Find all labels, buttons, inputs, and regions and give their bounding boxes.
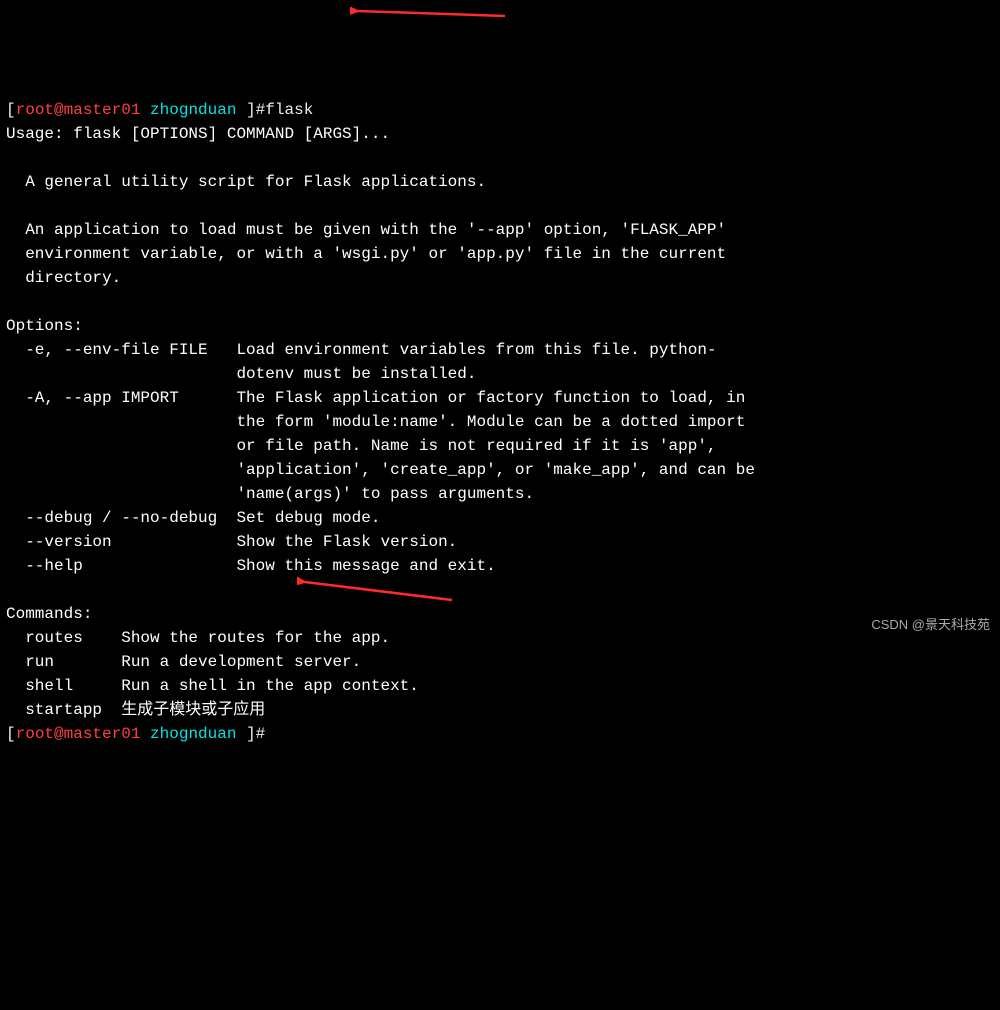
prompt-cwd: zhognduan bbox=[150, 725, 236, 743]
command-run: run Run a development server. bbox=[6, 653, 361, 671]
command-input[interactable]: flask bbox=[265, 101, 313, 119]
prompt-sep bbox=[140, 725, 150, 743]
prompt-user-host: root@master01 bbox=[16, 725, 141, 743]
option-app-cont: or file path. Name is not required if it… bbox=[6, 437, 717, 455]
prompt-cwd: zhognduan bbox=[150, 101, 236, 119]
option-app: -A, --app IMPORT The Flask application o… bbox=[6, 389, 745, 407]
prompt-sep bbox=[140, 101, 150, 119]
desc-line: directory. bbox=[6, 269, 121, 287]
option-app-cont: 'name(args)' to pass arguments. bbox=[6, 485, 534, 503]
usage-line: Usage: flask [OPTIONS] COMMAND [ARGS]... bbox=[6, 125, 390, 143]
option-help: --help Show this message and exit. bbox=[6, 557, 496, 575]
command-startapp: startapp 生成子模块或子应用 bbox=[6, 701, 265, 719]
commands-header: Commands: bbox=[6, 605, 92, 623]
desc-line: environment variable, or with a 'wsgi.py… bbox=[6, 245, 726, 263]
watermark: CSDN @景天科技苑 bbox=[871, 615, 990, 635]
prompt-bracket-close: ]# bbox=[236, 101, 265, 119]
option-env-file: -e, --env-file FILE Load environment var… bbox=[6, 341, 717, 359]
option-debug: --debug / --no-debug Set debug mode. bbox=[6, 509, 380, 527]
desc-line: A general utility script for Flask appli… bbox=[6, 173, 486, 191]
command-routes: routes Show the routes for the app. bbox=[6, 629, 390, 647]
prompt-bracket-open: [ bbox=[6, 101, 16, 119]
command-shell: shell Run a shell in the app context. bbox=[6, 677, 419, 695]
options-header: Options: bbox=[6, 317, 83, 335]
option-version: --version Show the Flask version. bbox=[6, 533, 457, 551]
prompt-bracket-open: [ bbox=[6, 725, 16, 743]
prompt-bracket-close: ]# bbox=[236, 725, 265, 743]
command-startapp-name: startapp bbox=[6, 701, 121, 719]
annotation-arrow-icon bbox=[350, 2, 510, 22]
terminal-output: [root@master01 zhognduan ]#flask Usage: … bbox=[6, 98, 994, 746]
option-env-file-cont: dotenv must be installed. bbox=[6, 365, 476, 383]
option-app-cont: the form 'module:name'. Module can be a … bbox=[6, 413, 745, 431]
command-startapp-desc: 生成子模块或子应用 bbox=[121, 701, 265, 719]
desc-line: An application to load must be given wit… bbox=[6, 221, 726, 239]
prompt-user-host: root@master01 bbox=[16, 101, 141, 119]
option-app-cont: 'application', 'create_app', or 'make_ap… bbox=[6, 461, 755, 479]
